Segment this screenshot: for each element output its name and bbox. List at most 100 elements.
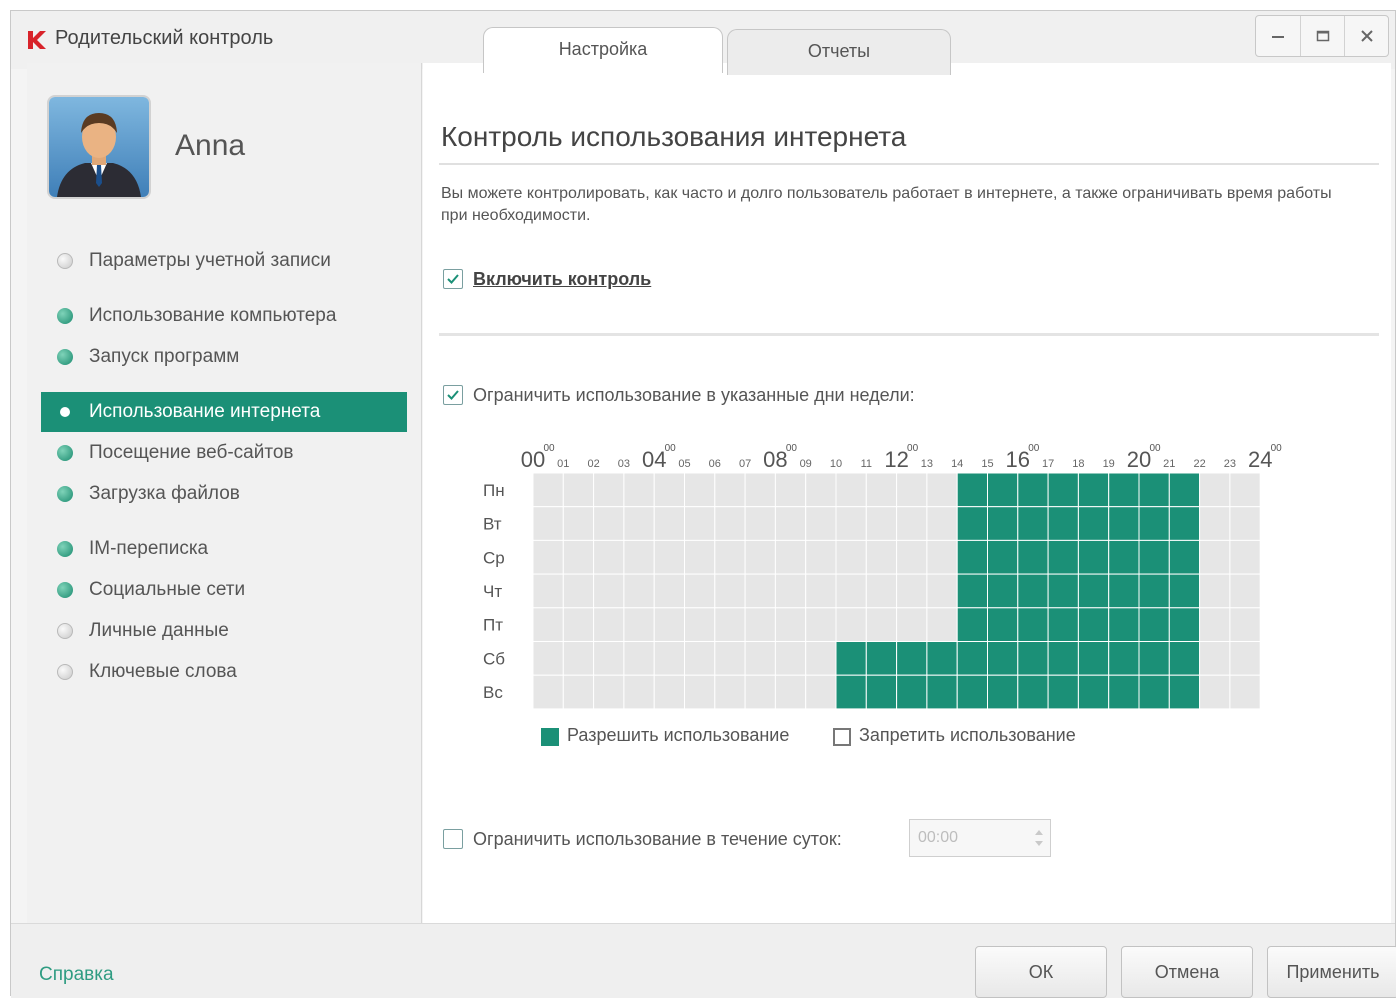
schedule-cell[interactable]	[956, 506, 989, 541]
schedule-cell[interactable]	[653, 539, 685, 575]
schedule-cell[interactable]	[532, 506, 564, 541]
schedule-cell[interactable]	[1199, 641, 1231, 676]
schedule-cell[interactable]	[805, 506, 837, 541]
schedule-cell[interactable]	[593, 674, 625, 710]
schedule-cell[interactable]	[865, 641, 898, 676]
schedule-cell[interactable]	[1077, 472, 1110, 508]
schedule-cell[interactable]	[1047, 674, 1079, 710]
limit-daily-checkbox[interactable]	[443, 829, 463, 849]
schedule-cell[interactable]	[1229, 539, 1261, 575]
sidebar-item-file-downloads[interactable]: Загрузка файлов	[41, 474, 407, 514]
schedule-cell[interactable]	[1047, 506, 1079, 541]
schedule-cell[interactable]	[714, 539, 746, 575]
schedule-cell[interactable]	[987, 506, 1019, 541]
schedule-cell[interactable]	[805, 472, 837, 508]
schedule-cell[interactable]	[1229, 607, 1261, 643]
schedule-cell[interactable]	[1017, 472, 1049, 508]
schedule-cell[interactable]	[532, 472, 564, 508]
schedule-cell[interactable]	[684, 539, 716, 575]
schedule-cell[interactable]	[1229, 506, 1261, 541]
schedule-cell[interactable]	[1199, 674, 1231, 710]
tab-reports[interactable]: Отчеты	[727, 29, 951, 75]
schedule-cell[interactable]	[744, 674, 776, 710]
schedule-cell[interactable]	[1077, 573, 1110, 609]
schedule-cell[interactable]	[926, 472, 958, 508]
schedule-cell[interactable]	[744, 506, 776, 541]
schedule-cell[interactable]	[835, 573, 867, 609]
spinner-arrows-icon[interactable]	[1032, 824, 1046, 852]
schedule-cell[interactable]	[1229, 641, 1261, 676]
weekly-schedule-grid[interactable]: ПнВтСрЧтПтСбВс000001 02 03 040005 06 07 080009…	[463, 431, 1303, 761]
schedule-cell[interactable]	[744, 472, 776, 508]
schedule-cell[interactable]	[593, 506, 625, 541]
schedule-cell[interactable]	[1168, 573, 1201, 609]
schedule-cell[interactable]	[714, 674, 746, 710]
schedule-cell[interactable]	[774, 641, 807, 676]
schedule-cell[interactable]	[926, 607, 958, 643]
schedule-cell[interactable]	[623, 573, 655, 609]
schedule-cell[interactable]	[1047, 607, 1079, 643]
schedule-cell[interactable]	[714, 506, 746, 541]
schedule-cell[interactable]	[896, 573, 928, 609]
sidebar-item-internet-usage[interactable]: Использование интернета	[41, 392, 407, 432]
schedule-cell[interactable]	[744, 641, 776, 676]
schedule-cell[interactable]	[532, 674, 564, 710]
schedule-cell[interactable]	[562, 472, 595, 508]
schedule-cell[interactable]	[714, 573, 746, 609]
schedule-cell[interactable]	[835, 641, 867, 676]
schedule-cell[interactable]	[774, 674, 807, 710]
schedule-cell[interactable]	[593, 472, 625, 508]
minimize-button[interactable]	[1256, 16, 1300, 56]
schedule-cell[interactable]	[1017, 506, 1049, 541]
sidebar-item-website-visits[interactable]: Посещение веб-сайтов	[41, 433, 407, 473]
limit-days-checkbox[interactable]	[443, 385, 463, 405]
schedule-cell[interactable]	[1047, 641, 1079, 676]
schedule-cell[interactable]	[987, 674, 1019, 710]
schedule-cell[interactable]	[1108, 539, 1140, 575]
schedule-cell[interactable]	[987, 641, 1019, 676]
schedule-cell[interactable]	[1229, 472, 1261, 508]
schedule-cell[interactable]	[956, 472, 989, 508]
schedule-cell[interactable]	[684, 674, 716, 710]
schedule-cell[interactable]	[896, 506, 928, 541]
schedule-cell[interactable]	[1229, 573, 1261, 609]
schedule-cell[interactable]	[623, 674, 655, 710]
schedule-cell[interactable]	[926, 539, 958, 575]
schedule-cell[interactable]	[562, 506, 595, 541]
schedule-cell[interactable]	[1077, 641, 1110, 676]
sidebar-item-computer-usage[interactable]: Использование компьютера	[41, 296, 407, 336]
schedule-cell[interactable]	[623, 472, 655, 508]
schedule-cell[interactable]	[896, 539, 928, 575]
avatar[interactable]	[47, 95, 151, 199]
schedule-cell[interactable]	[1017, 539, 1049, 575]
schedule-cell[interactable]	[865, 573, 898, 609]
schedule-cell[interactable]	[532, 641, 564, 676]
schedule-cell[interactable]	[926, 506, 958, 541]
sidebar-item-personal-data[interactable]: Личные данные	[41, 611, 407, 651]
schedule-cell[interactable]	[956, 674, 989, 710]
ok-button[interactable]: ОК	[975, 946, 1107, 998]
schedule-cell[interactable]	[1229, 674, 1261, 710]
schedule-cell[interactable]	[956, 641, 989, 676]
schedule-cell[interactable]	[653, 641, 685, 676]
schedule-cell[interactable]	[926, 573, 958, 609]
schedule-cell[interactable]	[1138, 506, 1170, 541]
schedule-cell[interactable]	[593, 641, 625, 676]
schedule-cell[interactable]	[835, 607, 867, 643]
schedule-cell[interactable]	[1138, 607, 1170, 643]
sidebar-item-keywords[interactable]: Ключевые слова	[41, 652, 407, 692]
schedule-cell[interactable]	[835, 472, 867, 508]
schedule-cell[interactable]	[1168, 506, 1201, 541]
schedule-cell[interactable]	[835, 674, 867, 710]
schedule-cell[interactable]	[1138, 674, 1170, 710]
schedule-cell[interactable]	[623, 607, 655, 643]
schedule-cell[interactable]	[1138, 539, 1170, 575]
schedule-cell[interactable]	[623, 641, 655, 676]
schedule-cell[interactable]	[532, 573, 564, 609]
schedule-cell[interactable]	[926, 641, 958, 676]
help-link[interactable]: Справка	[39, 964, 114, 986]
apply-button[interactable]: Применить	[1267, 946, 1396, 998]
schedule-cell[interactable]	[1108, 506, 1140, 541]
schedule-cell[interactable]	[987, 573, 1019, 609]
schedule-cell[interactable]	[1168, 472, 1201, 508]
